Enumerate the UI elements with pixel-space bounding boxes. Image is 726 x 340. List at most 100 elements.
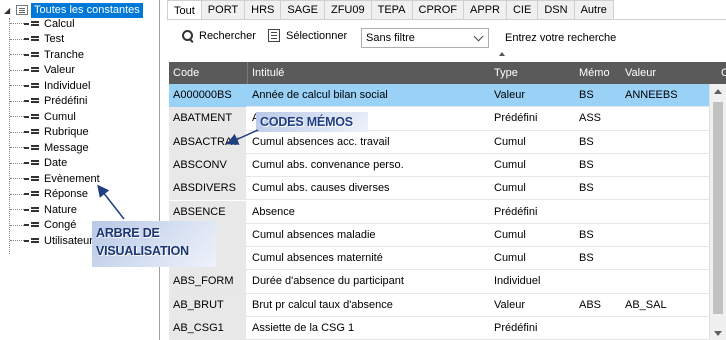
cell-intitule: Assiette de la CSG 1 [252,322,355,334]
column-header-memo[interactable]: Mémo [575,62,621,84]
tree-item-valeur[interactable]: Valeur [10,63,75,78]
cell-memo: BS [579,89,594,101]
tree-branch [10,54,24,55]
table-row[interactable]: AB_CSG1 Assiette de la CSG 1 Prédéfini [169,317,709,340]
tree-item-message[interactable]: Message [10,140,89,155]
tree-panel: ◢ Toutes les constantes Calcul Test Tranch… [0,0,160,340]
search-prompt[interactable]: Entrez votre recherche [505,32,616,44]
tab-hrs[interactable]: HRS [245,0,282,20]
filter-value: Sans filtre [366,32,415,44]
tab-dsn[interactable]: DSN [538,0,575,20]
column-header-type[interactable]: Type [490,62,575,84]
tree-item-individuel[interactable]: Individuel [10,78,90,93]
tab-tout[interactable]: Tout [167,0,202,21]
tree-item-predefini[interactable]: Prédéfini [10,94,87,109]
tree-item-label: Test [44,33,65,45]
tree-item-tranche[interactable]: Tranche [10,47,84,62]
tab-zfu09[interactable]: ZFU09 [324,0,372,20]
tree-branch [10,100,24,102]
cell-valeur [621,224,709,247]
table-row[interactable]: ABS_FORM Durée d'absence du participant In… [169,270,709,294]
constant-type-icon [24,175,40,183]
scroll-down-icon[interactable] [714,331,722,336]
tab-cprof[interactable]: CPROF [412,0,465,20]
cell-valeur: ANNEEBS [625,89,678,101]
tree-item-label: Message [44,141,89,154]
cell-type: Cumul [494,135,526,148]
column-header-extra[interactable]: C [717,62,726,84]
table-row[interactable]: ERCumul absences maternitéCumulBS [169,247,709,271]
tab-port[interactable]: PORT [201,0,246,20]
select-button[interactable]: Sélectionner [268,29,347,42]
search-button[interactable]: Rechercher [181,29,256,43]
scroll-up-icon[interactable] [714,89,722,94]
tree-item-calcul[interactable]: Calcul [10,16,75,31]
search-button-label: Rechercher [199,30,256,42]
table-row[interactable]: Cumul absences maladie Cumul BS [169,223,709,248]
tree-item-test[interactable]: Test [10,32,64,47]
constant-type-icon [24,35,40,43]
cell-valeur [621,154,709,177]
cell-valeur [621,270,709,293]
table-row[interactable]: AB_BRUT Brut pr calcul taux d'absence Vale… [169,293,709,317]
table-row[interactable]: ABSENCE Absence Prédéfini [169,200,709,224]
tab-sage[interactable]: SAGE [281,0,325,20]
tree-item-cumul[interactable]: Cumul [10,109,76,124]
vertical-scrollbar[interactable] [709,84,726,340]
tree-branch [10,209,24,210]
tab-autre[interactable]: Autre [574,0,614,20]
tree-item-date[interactable]: Date [10,156,67,171]
cell-code: AB_CSG1 [169,317,246,340]
scroll-thumb[interactable] [713,102,723,314]
constants-grid: Code Intitulé Type Mémo Valeur C A000000… [169,62,726,340]
tree-item-label: Individuel [44,79,91,92]
callout-arbre-line1: ARBRE DE [96,226,160,240]
tree-item-rubrique[interactable]: Rubrique [10,125,89,140]
tree-item-conge[interactable]: Congé [10,218,76,233]
tree-item-nature[interactable]: Nature [10,202,77,217]
cell-memo: ASS [579,112,602,125]
toolbar: Rechercher Sélectionner Sans filtre Entr… [167,24,726,56]
table-row[interactable]: A000000BS Année de calcul bilan social Val… [169,84,709,108]
tree-item-reponse[interactable]: Réponse [10,187,88,202]
cell-valeur [621,317,709,340]
constant-type-icon [24,159,40,167]
cell-code: ABATMENT [169,107,246,131]
filter-dropdown[interactable]: Sans filtre [361,28,489,48]
tab-cie[interactable]: CIE [506,0,539,20]
table-row[interactable]: ABSDIVERS Cumul abs. causes diverses Cumul… [169,177,709,201]
tree-item-evenement[interactable]: Evènement [10,171,100,186]
cell-code: ABSCONV [169,153,246,177]
tree-item-utilisateur[interactable]: Utilisateur [10,233,93,248]
table-row[interactable]: ABSCONV Cumul abs. convenance perso. Cumul… [169,153,709,178]
tree-item-label: Rubrique [44,126,89,138]
column-header-intitule[interactable]: Intitulé [248,62,491,84]
constant-type-icon [24,206,40,214]
cell-type: Cumul [494,252,526,265]
table-row[interactable]: ABATMENTAPrédéfiniASS [169,107,709,131]
tree-item-label: Utilisateur [44,234,93,247]
cell-intitule: Cumul absences maladie [252,228,376,241]
cell-type: Cumul [494,182,526,195]
tab-tepa[interactable]: TEPA [371,0,413,20]
column-header-code[interactable]: Code [169,62,247,84]
grid-header: Code Intitulé Type Mémo Valeur C [169,62,726,84]
constant-type-icon [24,82,40,90]
sort-arrow-icon [499,52,505,56]
cell-code: A000000BS [169,84,246,107]
constant-type-icon [24,20,40,28]
column-header-valeur[interactable]: Valeur [621,62,711,84]
collapse-triangle-icon[interactable]: ◢ [4,6,14,15]
cell-code: ABSDIVERS [169,177,246,201]
cell-valeur [621,201,709,224]
tree-item-label: Calcul [44,17,75,30]
cell-type: Prédéfini [494,205,538,218]
tab-appr[interactable]: APPR [464,0,507,20]
cell-memo [575,317,621,340]
table-row[interactable]: ABSACTRAV Cumul absences acc. travail Cumu… [169,130,709,154]
tree-branch [10,178,24,179]
constant-type-icon [24,97,40,105]
callout-arbre-visualisation: ARBRE DE VISUALISATION [92,221,216,267]
tree-item-label: Prédéfini [44,95,88,107]
callout-codes-memos: CODES MÉMOS [256,112,368,132]
